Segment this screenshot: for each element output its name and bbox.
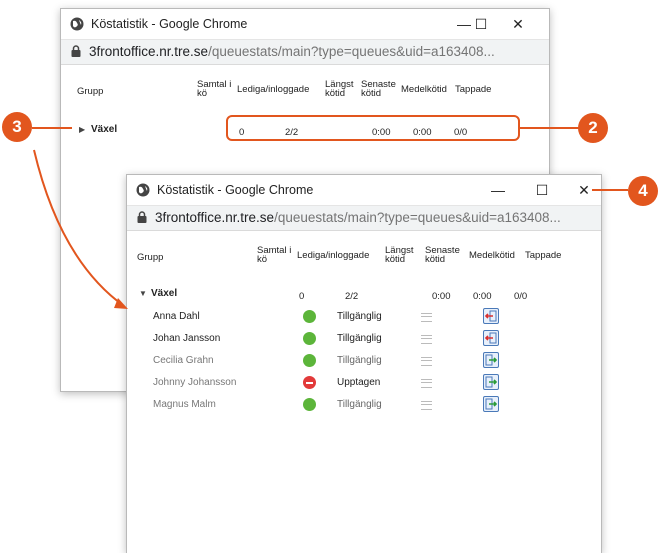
login-button[interactable]: [483, 352, 499, 368]
address-bar[interactable]: 3frontoffice.nr.tre.se/queuestats/main?t…: [61, 39, 549, 65]
col-lediga: Lediga/inloggade: [237, 84, 310, 95]
close-button[interactable]: ✕: [507, 13, 529, 35]
menu-lines-icon: [421, 379, 432, 388]
agent-name: Johnny Johansson: [153, 377, 237, 388]
col-grupp: Grupp: [137, 252, 164, 263]
url-text: 3frontoffice.nr.tre.se/queuestats/main?t…: [89, 44, 495, 59]
col-lediga: Lediga/inloggade: [297, 250, 370, 261]
group-medel: 0:00: [473, 291, 492, 302]
title-bar: Köstatistik - Google Chrome — ☐ ✕: [61, 9, 549, 39]
lock-icon: [137, 211, 147, 223]
col-medel: Medelkötid: [469, 250, 515, 261]
callout-4-line: [592, 189, 628, 191]
group-tappade: 0/0: [514, 291, 528, 302]
login-button[interactable]: [483, 396, 499, 412]
col-medel: Medelkötid: [401, 84, 447, 95]
status-available-icon: [303, 398, 316, 411]
col-langst: Längst kötid: [385, 245, 414, 265]
col-senaste: Senaste kötid: [425, 245, 460, 265]
address-bar[interactable]: 3frontoffice.nr.tre.se/queuestats/main?t…: [127, 205, 601, 231]
group-senaste: 0:00: [432, 291, 451, 302]
logout-button[interactable]: [483, 308, 499, 324]
status-busy-icon: [303, 376, 316, 389]
lock-icon: [71, 45, 81, 57]
menu-lines-icon: [421, 401, 432, 410]
globe-icon: [136, 183, 150, 197]
agent-status: Upptagen: [337, 377, 381, 388]
title-bar: Köstatistik - Google Chrome — ☐ ✕: [127, 175, 601, 205]
minimize-button[interactable]: —: [487, 179, 509, 201]
logout-button[interactable]: [483, 330, 499, 346]
globe-icon: [70, 17, 84, 31]
window-title: Köstatistik - Google Chrome: [91, 17, 248, 31]
callout-4: 4: [628, 176, 658, 206]
col-tappade: Tappade: [525, 250, 562, 261]
status-available-icon: [303, 310, 316, 323]
col-samtal: Samtal i kö: [257, 245, 292, 265]
agent-status: Tillgänglig: [337, 311, 382, 322]
agent-name: Anna Dahl: [153, 311, 200, 322]
status-available-icon: [303, 354, 316, 367]
group-name[interactable]: Växel: [151, 288, 177, 299]
group-lediga: 2/2: [345, 291, 359, 302]
group-name[interactable]: Växel: [91, 124, 117, 135]
callout-3: 3: [2, 112, 32, 142]
col-samtal: Samtal i kö: [197, 79, 232, 99]
agent-status: Tillgänglig: [337, 399, 382, 410]
callout-2: 2: [578, 113, 608, 143]
browser-window-foreground: Köstatistik - Google Chrome — ☐ ✕ 3front…: [126, 174, 602, 553]
agent-status: Tillgänglig: [337, 355, 382, 366]
menu-lines-icon: [421, 313, 432, 322]
expand-arrow-icon[interactable]: ▶: [79, 125, 85, 134]
menu-lines-icon: [421, 335, 432, 344]
group-samtal: 0: [299, 291, 305, 302]
maximize-button[interactable]: ☐: [531, 179, 553, 201]
callout-3-line: [32, 127, 72, 129]
url-text: 3frontoffice.nr.tre.se/queuestats/main?t…: [155, 210, 561, 225]
callout-2-line: [520, 127, 580, 129]
maximize-button[interactable]: ☐: [470, 13, 492, 35]
row-highlight-box: [226, 115, 520, 141]
collapse-arrow-icon[interactable]: ▼: [139, 289, 147, 298]
agent-name: Johan Jansson: [153, 333, 221, 344]
status-available-icon: [303, 332, 316, 345]
col-langst: Längst kötid: [325, 79, 354, 99]
agent-status: Tillgänglig: [337, 333, 382, 344]
menu-lines-icon: [421, 357, 432, 366]
col-tappade: Tappade: [455, 84, 492, 95]
login-button[interactable]: [483, 374, 499, 390]
agent-name: Magnus Malm: [153, 399, 216, 410]
window-title: Köstatistik - Google Chrome: [157, 183, 314, 197]
col-senaste: Senaste kötid: [361, 79, 396, 99]
agent-name: Cecilia Grahn: [153, 355, 214, 366]
col-grupp: Grupp: [77, 86, 104, 97]
